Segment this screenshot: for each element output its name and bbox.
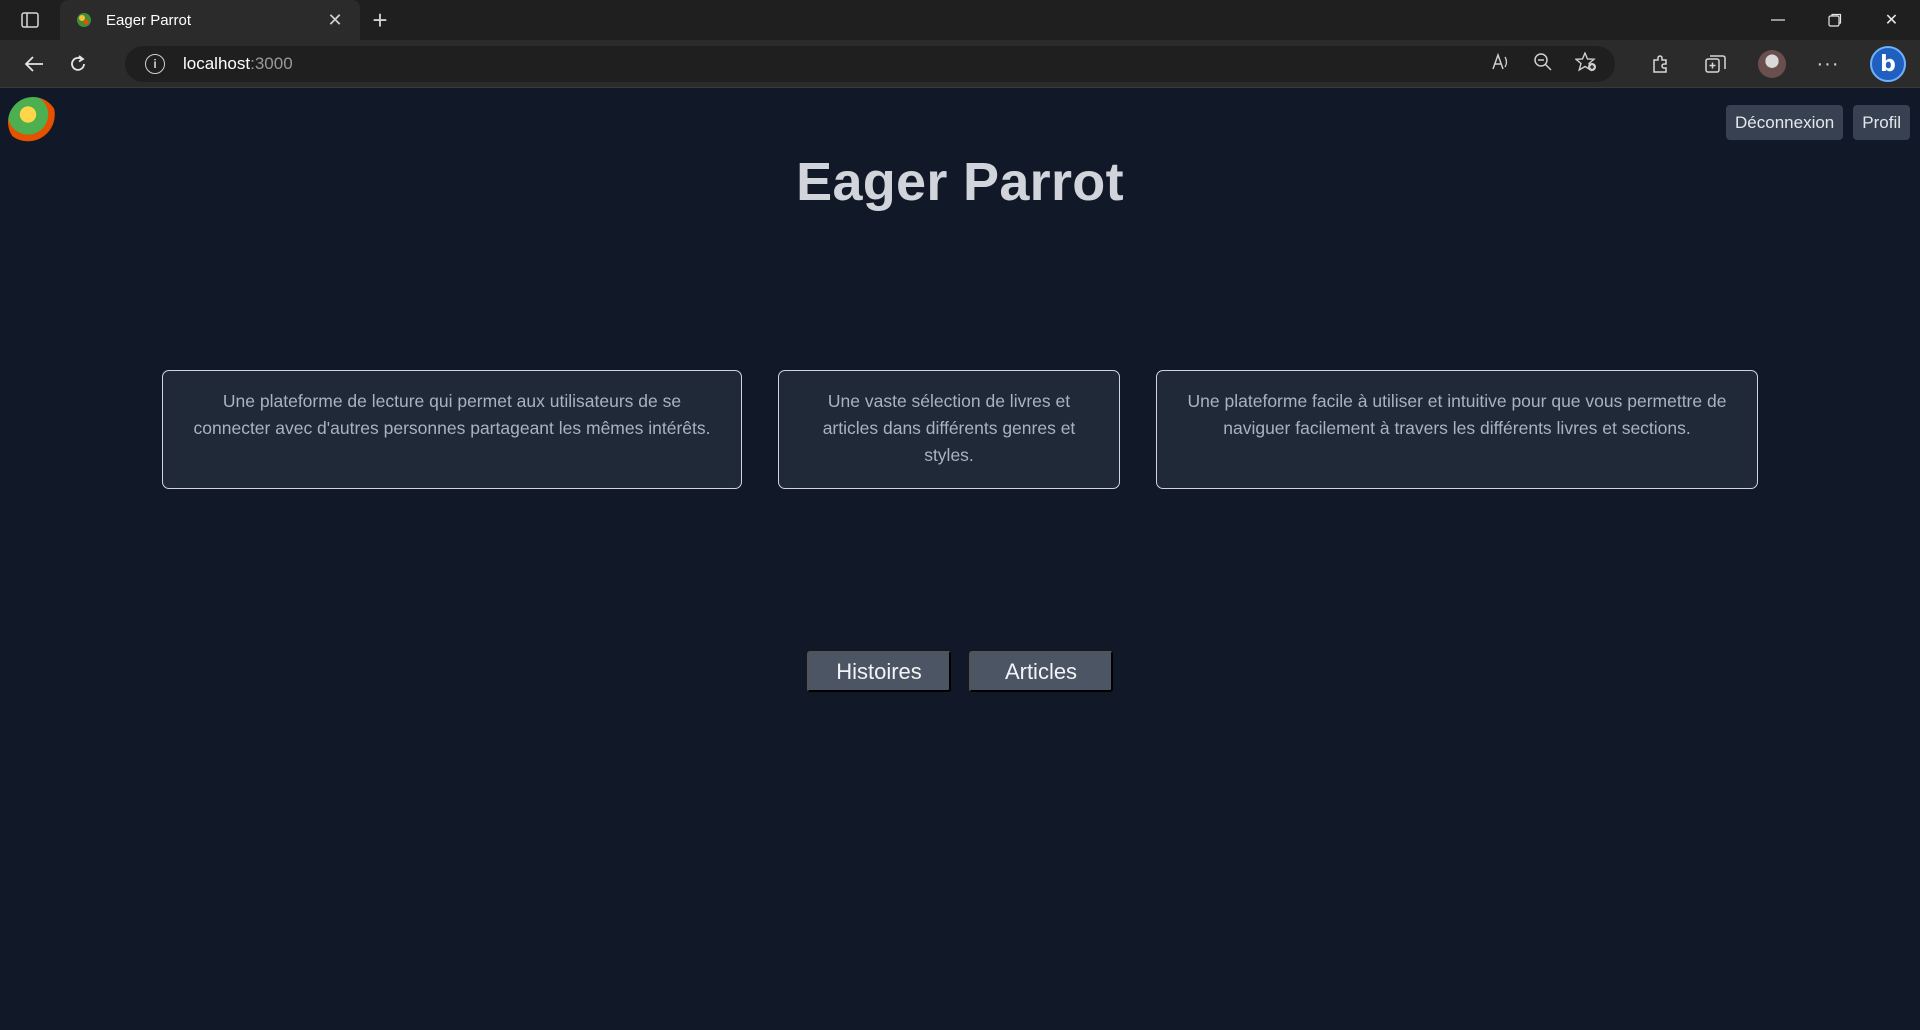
profile-button[interactable]: Profil [1853, 105, 1910, 140]
address-bar[interactable]: i localhost:3000 [125, 46, 1615, 82]
tab-actions-icon[interactable] [0, 0, 60, 40]
address-bar-actions [1491, 46, 1597, 82]
restore-icon[interactable] [1806, 0, 1863, 40]
info-icon[interactable]: i [145, 54, 165, 74]
parrot-favicon-icon [74, 10, 94, 30]
extensions-icon[interactable] [1632, 40, 1688, 88]
plus-icon[interactable]: + [360, 0, 400, 40]
articles-button[interactable]: Articles [969, 651, 1113, 692]
page-title: Eager Parrot [796, 152, 1124, 212]
url-host: localhost [183, 54, 251, 73]
close-icon[interactable]: ✕ [324, 10, 346, 31]
browser-tab-strip: Eager Parrot ✕ + ✕ [0, 0, 1920, 40]
url-port: :3000 [250, 54, 293, 73]
toolbar-right: ··· b [1632, 40, 1920, 88]
feature-card-selection: Une vaste sélection de livres et article… [778, 370, 1120, 489]
bing-icon[interactable]: b [1856, 40, 1920, 88]
back-arrow-icon[interactable] [12, 44, 56, 84]
minimize-icon[interactable] [1749, 0, 1806, 40]
feature-card-usability: Une plateforme facile à utiliser et intu… [1156, 370, 1758, 489]
logout-button[interactable]: Déconnexion [1726, 105, 1844, 140]
zoom-out-icon[interactable] [1533, 52, 1553, 77]
more-icon[interactable]: ··· [1800, 40, 1856, 88]
favorite-add-icon[interactable] [1574, 50, 1597, 77]
account-actions: Déconnexion Profil [1726, 105, 1910, 140]
section-buttons: Histoires Articles [0, 651, 1920, 692]
refresh-icon[interactable] [56, 44, 100, 84]
avatar-icon[interactable] [1744, 40, 1800, 88]
browser-toolbar: i localhost:3000 ··· b [0, 40, 1920, 88]
parrot-logo[interactable] [8, 97, 58, 147]
page-content: Déconnexion Profil Eager Parrot Une plat… [0, 89, 1920, 1030]
browser-tab-active[interactable]: Eager Parrot ✕ [60, 0, 360, 40]
feature-card-community: Une plateforme de lecture qui permet aux… [162, 370, 742, 489]
read-aloud-icon[interactable] [1491, 52, 1511, 76]
tab-title: Eager Parrot [106, 11, 192, 29]
close-icon[interactable]: ✕ [1863, 0, 1920, 40]
window-controls: ✕ [1749, 0, 1920, 40]
collections-icon[interactable] [1688, 40, 1744, 88]
stories-button[interactable]: Histoires [807, 651, 951, 692]
